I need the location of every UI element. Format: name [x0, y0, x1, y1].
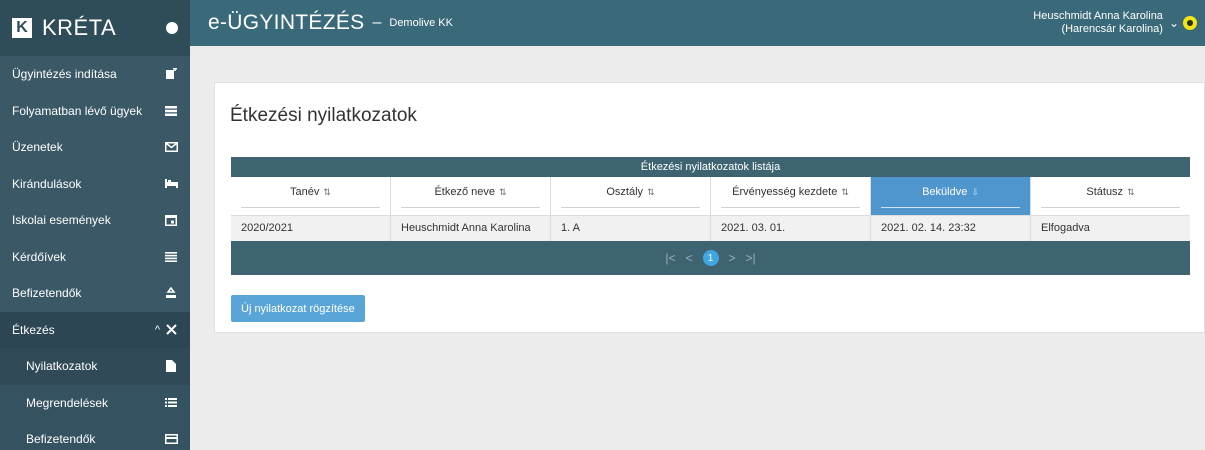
- next-page-icon[interactable]: >: [729, 251, 736, 265]
- title-separator: –: [372, 14, 382, 31]
- column-label: Tanév: [290, 186, 320, 198]
- status-dot-icon[interactable]: [166, 22, 178, 34]
- sort-icon: ⇅: [323, 187, 331, 197]
- filter-underline[interactable]: [881, 207, 1020, 208]
- sidebar-item-kirandulasok[interactable]: Kirándulások: [0, 166, 190, 203]
- sidebar-item-label: Iskolai események: [12, 213, 111, 228]
- sidebar-item-folyamatban[interactable]: Folyamatban lévő ügyek: [0, 93, 190, 130]
- sort-desc-icon: ⇩: [971, 187, 979, 197]
- brand-name: KRÉTA: [42, 15, 117, 40]
- sidebar-item-label: Kérdőívek: [12, 249, 67, 264]
- sidebar-item-befizetendok[interactable]: Befizetendők: [0, 275, 190, 312]
- sidebar-item-label: Üzenetek: [12, 140, 63, 155]
- column-label: Osztály: [606, 186, 644, 198]
- bus-icon: [164, 177, 178, 191]
- sort-icon: ⇅: [841, 187, 849, 197]
- sidebar-item-actions: ^: [155, 323, 178, 337]
- sidebar-submenu-etkezes: Nyilatkozatok Megrendelések Befizetendők: [0, 348, 190, 450]
- cell-tanev: 2020/2021: [231, 216, 391, 241]
- column-header-tanev[interactable]: Tanév ⇅: [231, 177, 391, 215]
- sidebar-item-ugyintezes-inditasa[interactable]: Ügyintézés indítása: [0, 56, 190, 93]
- school-name: Demolive KK: [389, 17, 453, 29]
- list-icon: [164, 104, 178, 118]
- survey-icon: [164, 250, 178, 264]
- card-icon: [164, 432, 178, 446]
- sidebar-subitem-megrendelesek[interactable]: Megrendelések: [0, 384, 190, 421]
- column-label: Érvényesség kezdete: [732, 186, 838, 198]
- column-label: Beküldve: [922, 186, 968, 198]
- sort-icon: ⇅: [647, 187, 655, 197]
- brand[interactable]: K KRÉTA: [0, 0, 190, 56]
- last-page-icon[interactable]: >|: [746, 251, 756, 265]
- filter-underline[interactable]: [721, 207, 860, 208]
- cell-osztaly: 1. A: [551, 216, 711, 241]
- filter-underline[interactable]: [561, 207, 700, 208]
- cell-bekuldve: 2021. 02. 14. 23:32: [871, 216, 1031, 241]
- sort-icon: ⇅: [1127, 187, 1135, 197]
- filter-underline[interactable]: [241, 207, 380, 208]
- topbar: e-ÜGYINTÉZÉS – Demolive KK Heuschmidt An…: [190, 0, 1205, 46]
- user-avatar-icon[interactable]: [1183, 16, 1197, 30]
- prev-page-icon[interactable]: <: [685, 251, 692, 265]
- add-document-icon: [164, 67, 178, 81]
- user-menu[interactable]: Heuschmidt Anna Karolina (Harencsár Karo…: [1033, 10, 1163, 36]
- sidebar-subitem-label: Befizetendők: [26, 432, 96, 447]
- user-child-name: (Harencsár Karolina): [1061, 23, 1163, 35]
- sidebar-subitem-label: Nyilatkozatok: [26, 359, 98, 374]
- user-name: Heuschmidt Anna Karolina: [1033, 10, 1163, 22]
- new-declaration-button[interactable]: Új nyilatkozat rögzítése: [231, 295, 365, 322]
- sidebar-item-label: Ügyintézés indítása: [12, 67, 117, 82]
- chevron-down-icon[interactable]: ⌄: [1169, 16, 1179, 30]
- grid-header: Tanév ⇅ Étkező neve ⇅ Osztály ⇅ Érvényesség…: [231, 177, 1190, 215]
- column-header-osztaly[interactable]: Osztály ⇅: [551, 177, 711, 215]
- first-page-icon[interactable]: |<: [665, 251, 675, 265]
- envelope-icon: [164, 140, 178, 154]
- sidebar-subitem-befizetendok[interactable]: Befizetendők: [0, 421, 190, 450]
- cell-etkezo-neve: Heuschmidt Anna Karolina: [391, 216, 551, 241]
- column-header-etkezo-neve[interactable]: Étkező neve ⇅: [391, 177, 551, 215]
- sidebar-item-etkezes[interactable]: Étkezés ^: [0, 311, 190, 348]
- declarations-grid: Étkezési nyilatkozatok listája Tanév ⇅ Ét…: [231, 157, 1190, 275]
- calendar-icon: [164, 213, 178, 227]
- page-title: Étkezési nyilatkozatok: [230, 105, 417, 126]
- column-label: Étkező neve: [434, 186, 495, 198]
- cell-ervenyesseg: 2021. 03. 01.: [711, 216, 871, 241]
- sidebar-item-uzenetek[interactable]: Üzenetek: [0, 129, 190, 166]
- column-label: Státusz: [1086, 186, 1124, 198]
- sidebar-menu: Ügyintézés indítása Folyamatban lévő ügy…: [0, 56, 190, 348]
- sidebar-subitem-nyilatkozatok[interactable]: Nyilatkozatok: [0, 348, 190, 385]
- money-icon: [164, 286, 178, 300]
- app-title: e-ÜGYINTÉZÉS: [208, 11, 365, 34]
- kreta-logo-icon: K: [12, 18, 32, 38]
- filter-underline[interactable]: [401, 207, 540, 208]
- file-icon: [164, 359, 178, 373]
- chevron-up-icon[interactable]: ^: [155, 324, 160, 336]
- sort-icon: ⇅: [499, 187, 507, 197]
- pager: |< < 1 > >|: [231, 241, 1190, 275]
- list-icon: [164, 396, 178, 410]
- sidebar-item-iskolai-esemenyek[interactable]: Iskolai események: [0, 202, 190, 239]
- column-header-bekuldve[interactable]: Beküldve ⇩: [871, 177, 1031, 215]
- current-page[interactable]: 1: [702, 250, 719, 266]
- cutlery-icon: [164, 323, 178, 337]
- sidebar-item-kerdoivek[interactable]: Kérdőívek: [0, 239, 190, 276]
- sidebar-subitem-label: Megrendelések: [26, 395, 109, 410]
- sidebar-item-label: Étkezés: [12, 322, 55, 337]
- filter-underline[interactable]: [1041, 207, 1180, 208]
- grid-caption: Étkezési nyilatkozatok listája: [231, 157, 1190, 177]
- sidebar-item-label: Befizetendők: [12, 286, 82, 301]
- sidebar-item-label: Kirándulások: [12, 176, 82, 191]
- column-header-statusz[interactable]: Státusz ⇅: [1031, 177, 1190, 215]
- sidebar: K KRÉTA Ügyintézés indítása Folyamatban …: [0, 0, 190, 450]
- cell-statusz: Elfogadva: [1041, 222, 1090, 234]
- column-header-ervenyesseg[interactable]: Érvényesség kezdete ⇅: [711, 177, 871, 215]
- table-row[interactable]: 2020/2021 Heuschmidt Anna Karolina 1. A …: [231, 215, 1190, 241]
- main-card: Étkezési nyilatkozatok Étkezési nyilatko…: [214, 82, 1205, 333]
- sidebar-item-label: Folyamatban lévő ügyek: [12, 103, 143, 118]
